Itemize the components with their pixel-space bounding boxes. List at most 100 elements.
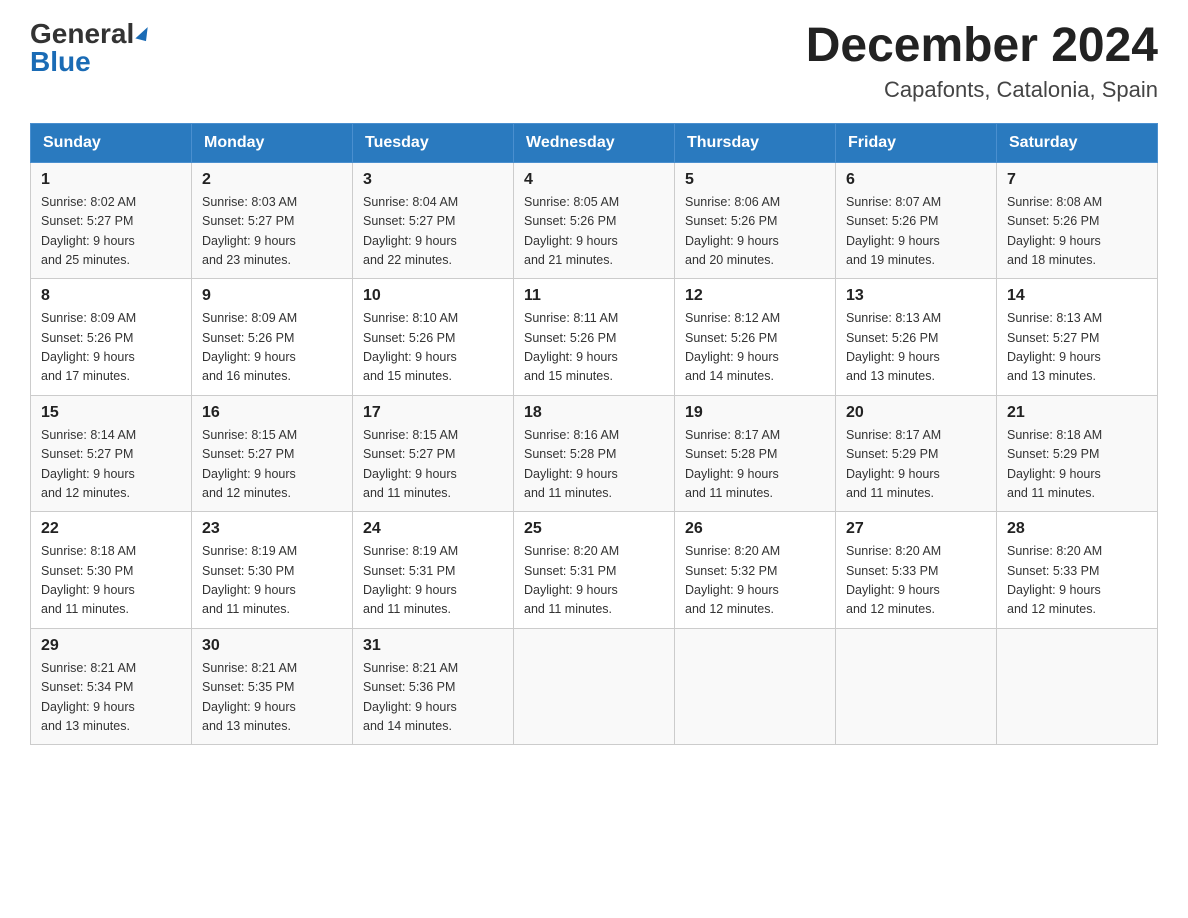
calendar-cell: 5Sunrise: 8:06 AMSunset: 5:26 PMDaylight… <box>675 162 836 279</box>
day-info: Sunrise: 8:17 AMSunset: 5:28 PMDaylight:… <box>685 426 825 504</box>
day-number: 1 <box>41 171 181 189</box>
calendar-cell: 4 Sunrise: 8:05 AMSunset: 5:26 PMDaylight… <box>514 162 675 279</box>
week-row-4: 22Sunrise: 8:18 AMSunset: 5:30 PMDayligh… <box>31 512 1158 629</box>
calendar-cell: 14 Sunrise: 8:13 AMSunset: 5:27 PMDayligh… <box>997 279 1158 396</box>
day-number: 4 <box>524 171 664 189</box>
month-title: December 2024 <box>806 20 1158 73</box>
day-info: Sunrise: 8:12 AMSunset: 5:26 PMDaylight:… <box>685 309 825 387</box>
day-info: Sunrise: 8:13 AMSunset: 5:26 PMDaylight:… <box>846 309 986 387</box>
weekday-header-saturday: Saturday <box>997 123 1158 162</box>
day-number: 27 <box>846 520 986 538</box>
weekday-header-tuesday: Tuesday <box>353 123 514 162</box>
day-info: Sunrise: 8:04 AMSunset: 5:27 PMDaylight:… <box>363 193 503 271</box>
logo-blue-text: Blue <box>30 48 91 76</box>
calendar-cell: 11Sunrise: 8:11 AMSunset: 5:26 PMDayligh… <box>514 279 675 396</box>
day-info: Sunrise: 8:18 AMSunset: 5:29 PMDaylight:… <box>1007 426 1147 504</box>
day-info: Sunrise: 8:20 AMSunset: 5:33 PMDaylight:… <box>1007 542 1147 620</box>
logo: General Blue <box>30 20 148 76</box>
day-info: Sunrise: 8:06 AMSunset: 5:26 PMDaylight:… <box>685 193 825 271</box>
calendar-cell: 28 Sunrise: 8:20 AMSunset: 5:33 PMDayligh… <box>997 512 1158 629</box>
day-number: 6 <box>846 171 986 189</box>
day-number: 7 <box>1007 171 1147 189</box>
logo-general-text: General <box>30 20 134 48</box>
day-info: Sunrise: 8:20 AMSunset: 5:32 PMDaylight:… <box>685 542 825 620</box>
day-number: 24 <box>363 520 503 538</box>
day-info: Sunrise: 8:13 AMSunset: 5:27 PMDaylight:… <box>1007 309 1147 387</box>
day-number: 19 <box>685 404 825 422</box>
day-number: 25 <box>524 520 664 538</box>
calendar-cell: 20 Sunrise: 8:17 AMSunset: 5:29 PMDayligh… <box>836 395 997 512</box>
calendar-cell <box>675 628 836 745</box>
day-number: 12 <box>685 287 825 305</box>
location-title: Capafonts, Catalonia, Spain <box>806 77 1158 103</box>
day-number: 10 <box>363 287 503 305</box>
weekday-header-sunday: Sunday <box>31 123 192 162</box>
day-number: 17 <box>363 404 503 422</box>
calendar-cell: 3Sunrise: 8:04 AMSunset: 5:27 PMDaylight… <box>353 162 514 279</box>
calendar-cell: 19 Sunrise: 8:17 AMSunset: 5:28 PMDayligh… <box>675 395 836 512</box>
day-info: Sunrise: 8:19 AMSunset: 5:31 PMDaylight:… <box>363 542 503 620</box>
day-info: Sunrise: 8:20 AMSunset: 5:33 PMDaylight:… <box>846 542 986 620</box>
calendar-cell: 23 Sunrise: 8:19 AMSunset: 5:30 PMDayligh… <box>192 512 353 629</box>
calendar-cell: 27 Sunrise: 8:20 AMSunset: 5:33 PMDayligh… <box>836 512 997 629</box>
day-number: 8 <box>41 287 181 305</box>
calendar-cell: 13 Sunrise: 8:13 AMSunset: 5:26 PMDayligh… <box>836 279 997 396</box>
day-info: Sunrise: 8:19 AMSunset: 5:30 PMDaylight:… <box>202 542 342 620</box>
calendar-cell: 15 Sunrise: 8:14 AMSunset: 5:27 PMDayligh… <box>31 395 192 512</box>
calendar-cell: 21Sunrise: 8:18 AMSunset: 5:29 PMDayligh… <box>997 395 1158 512</box>
day-info: Sunrise: 8:21 AMSunset: 5:34 PMDaylight:… <box>41 659 181 737</box>
calendar-cell: 2 Sunrise: 8:03 AMSunset: 5:27 PMDaylight… <box>192 162 353 279</box>
calendar-cell: 29 Sunrise: 8:21 AMSunset: 5:34 PMDayligh… <box>31 628 192 745</box>
weekday-header-row: SundayMondayTuesdayWednesdayThursdayFrid… <box>31 123 1158 162</box>
calendar-cell: 25Sunrise: 8:20 AMSunset: 5:31 PMDayligh… <box>514 512 675 629</box>
calendar-cell: 7Sunrise: 8:08 AMSunset: 5:26 PMDaylight… <box>997 162 1158 279</box>
day-info: Sunrise: 8:14 AMSunset: 5:27 PMDaylight:… <box>41 426 181 504</box>
day-number: 30 <box>202 637 342 655</box>
weekday-header-friday: Friday <box>836 123 997 162</box>
day-info: Sunrise: 8:17 AMSunset: 5:29 PMDaylight:… <box>846 426 986 504</box>
calendar-cell: 9 Sunrise: 8:09 AMSunset: 5:26 PMDaylight… <box>192 279 353 396</box>
calendar-cell: 10Sunrise: 8:10 AMSunset: 5:26 PMDayligh… <box>353 279 514 396</box>
day-info: Sunrise: 8:03 AMSunset: 5:27 PMDaylight:… <box>202 193 342 271</box>
logo-arrow-icon <box>136 25 150 41</box>
week-row-3: 15 Sunrise: 8:14 AMSunset: 5:27 PMDayligh… <box>31 395 1158 512</box>
calendar-cell: 12 Sunrise: 8:12 AMSunset: 5:26 PMDayligh… <box>675 279 836 396</box>
calendar-table: SundayMondayTuesdayWednesdayThursdayFrid… <box>30 123 1158 746</box>
day-number: 2 <box>202 171 342 189</box>
title-block: December 2024 Capafonts, Catalonia, Spai… <box>806 20 1158 103</box>
day-number: 9 <box>202 287 342 305</box>
day-number: 15 <box>41 404 181 422</box>
calendar-cell: 18Sunrise: 8:16 AMSunset: 5:28 PMDayligh… <box>514 395 675 512</box>
calendar-cell <box>836 628 997 745</box>
day-info: Sunrise: 8:15 AMSunset: 5:27 PMDaylight:… <box>363 426 503 504</box>
day-number: 23 <box>202 520 342 538</box>
day-info: Sunrise: 8:05 AMSunset: 5:26 PMDaylight:… <box>524 193 664 271</box>
day-number: 28 <box>1007 520 1147 538</box>
day-info: Sunrise: 8:21 AMSunset: 5:36 PMDaylight:… <box>363 659 503 737</box>
day-info: Sunrise: 8:09 AMSunset: 5:26 PMDaylight:… <box>41 309 181 387</box>
day-number: 14 <box>1007 287 1147 305</box>
calendar-cell: 31Sunrise: 8:21 AMSunset: 5:36 PMDayligh… <box>353 628 514 745</box>
day-number: 29 <box>41 637 181 655</box>
calendar-cell: 8 Sunrise: 8:09 AMSunset: 5:26 PMDaylight… <box>31 279 192 396</box>
day-number: 13 <box>846 287 986 305</box>
calendar-cell: 30 Sunrise: 8:21 AMSunset: 5:35 PMDayligh… <box>192 628 353 745</box>
day-info: Sunrise: 8:09 AMSunset: 5:26 PMDaylight:… <box>202 309 342 387</box>
week-row-1: 1 Sunrise: 8:02 AMSunset: 5:27 PMDaylight… <box>31 162 1158 279</box>
calendar-cell: 26 Sunrise: 8:20 AMSunset: 5:32 PMDayligh… <box>675 512 836 629</box>
day-info: Sunrise: 8:07 AMSunset: 5:26 PMDaylight:… <box>846 193 986 271</box>
week-row-5: 29 Sunrise: 8:21 AMSunset: 5:34 PMDayligh… <box>31 628 1158 745</box>
calendar-cell <box>514 628 675 745</box>
page-header: General Blue December 2024 Capafonts, Ca… <box>30 20 1158 103</box>
day-info: Sunrise: 8:16 AMSunset: 5:28 PMDaylight:… <box>524 426 664 504</box>
weekday-header-thursday: Thursday <box>675 123 836 162</box>
day-number: 20 <box>846 404 986 422</box>
day-number: 16 <box>202 404 342 422</box>
day-info: Sunrise: 8:02 AMSunset: 5:27 PMDaylight:… <box>41 193 181 271</box>
day-info: Sunrise: 8:21 AMSunset: 5:35 PMDaylight:… <box>202 659 342 737</box>
weekday-header-wednesday: Wednesday <box>514 123 675 162</box>
day-number: 26 <box>685 520 825 538</box>
week-row-2: 8 Sunrise: 8:09 AMSunset: 5:26 PMDaylight… <box>31 279 1158 396</box>
day-info: Sunrise: 8:18 AMSunset: 5:30 PMDaylight:… <box>41 542 181 620</box>
calendar-cell <box>997 628 1158 745</box>
